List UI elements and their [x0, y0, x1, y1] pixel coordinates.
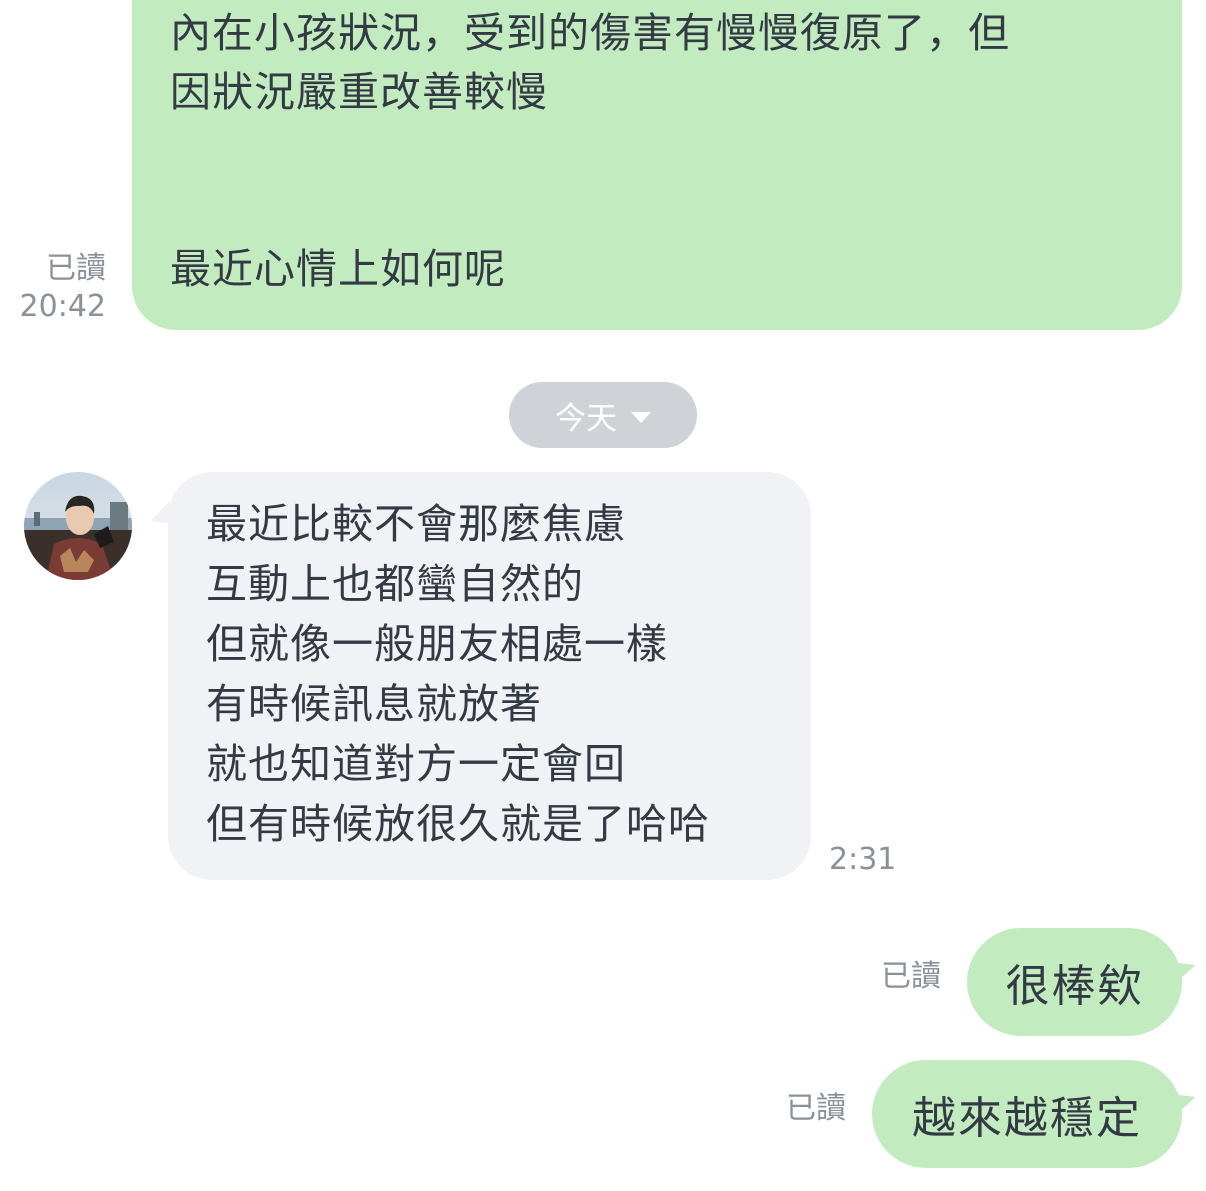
- message-text: 越來越穩定: [912, 1093, 1142, 1144]
- outgoing-message-bubble[interactable]: 內在小孩狀況，受到的傷害有慢慢復原了，但 因狀況嚴重改善較慢 最近心情上如何呢: [132, 0, 1182, 330]
- message-meta: 已讀 20:42: [20, 250, 106, 325]
- message-text: 很棒欸: [1005, 961, 1144, 1012]
- chevron-down-icon: [631, 411, 651, 423]
- message-time: 20:42: [19, 288, 106, 324]
- date-label: 今天: [555, 400, 617, 437]
- avatar[interactable]: [24, 472, 132, 580]
- avatar-photo-icon: [24, 472, 132, 580]
- message-meta: 已讀: [881, 958, 941, 996]
- incoming-message-bubble[interactable]: 最近比較不會那麼焦慮 互動上也都蠻自然的 但就像一般朋友相處一樣 有時候訊息就放…: [168, 472, 811, 880]
- message-text: 最近比較不會那麼焦慮 互動上也都蠻自然的 但就像一般朋友相處一樣 有時候訊息就放…: [206, 500, 710, 848]
- read-receipt: 已讀: [881, 959, 941, 994]
- date-separator[interactable]: 今天: [509, 382, 697, 448]
- read-receipt: 已讀: [786, 1091, 846, 1126]
- outgoing-message-bubble[interactable]: 很棒欸: [967, 928, 1182, 1036]
- read-receipt: 已讀: [46, 251, 106, 286]
- outgoing-message-bubble[interactable]: 越來越穩定: [872, 1060, 1182, 1168]
- message-time: 2:31: [829, 842, 897, 877]
- message-text: 內在小孩狀況，受到的傷害有慢慢復原了，但 因狀況嚴重改善較慢 最近心情上如何呢: [170, 9, 1010, 293]
- message-meta: 已讀: [786, 1090, 846, 1128]
